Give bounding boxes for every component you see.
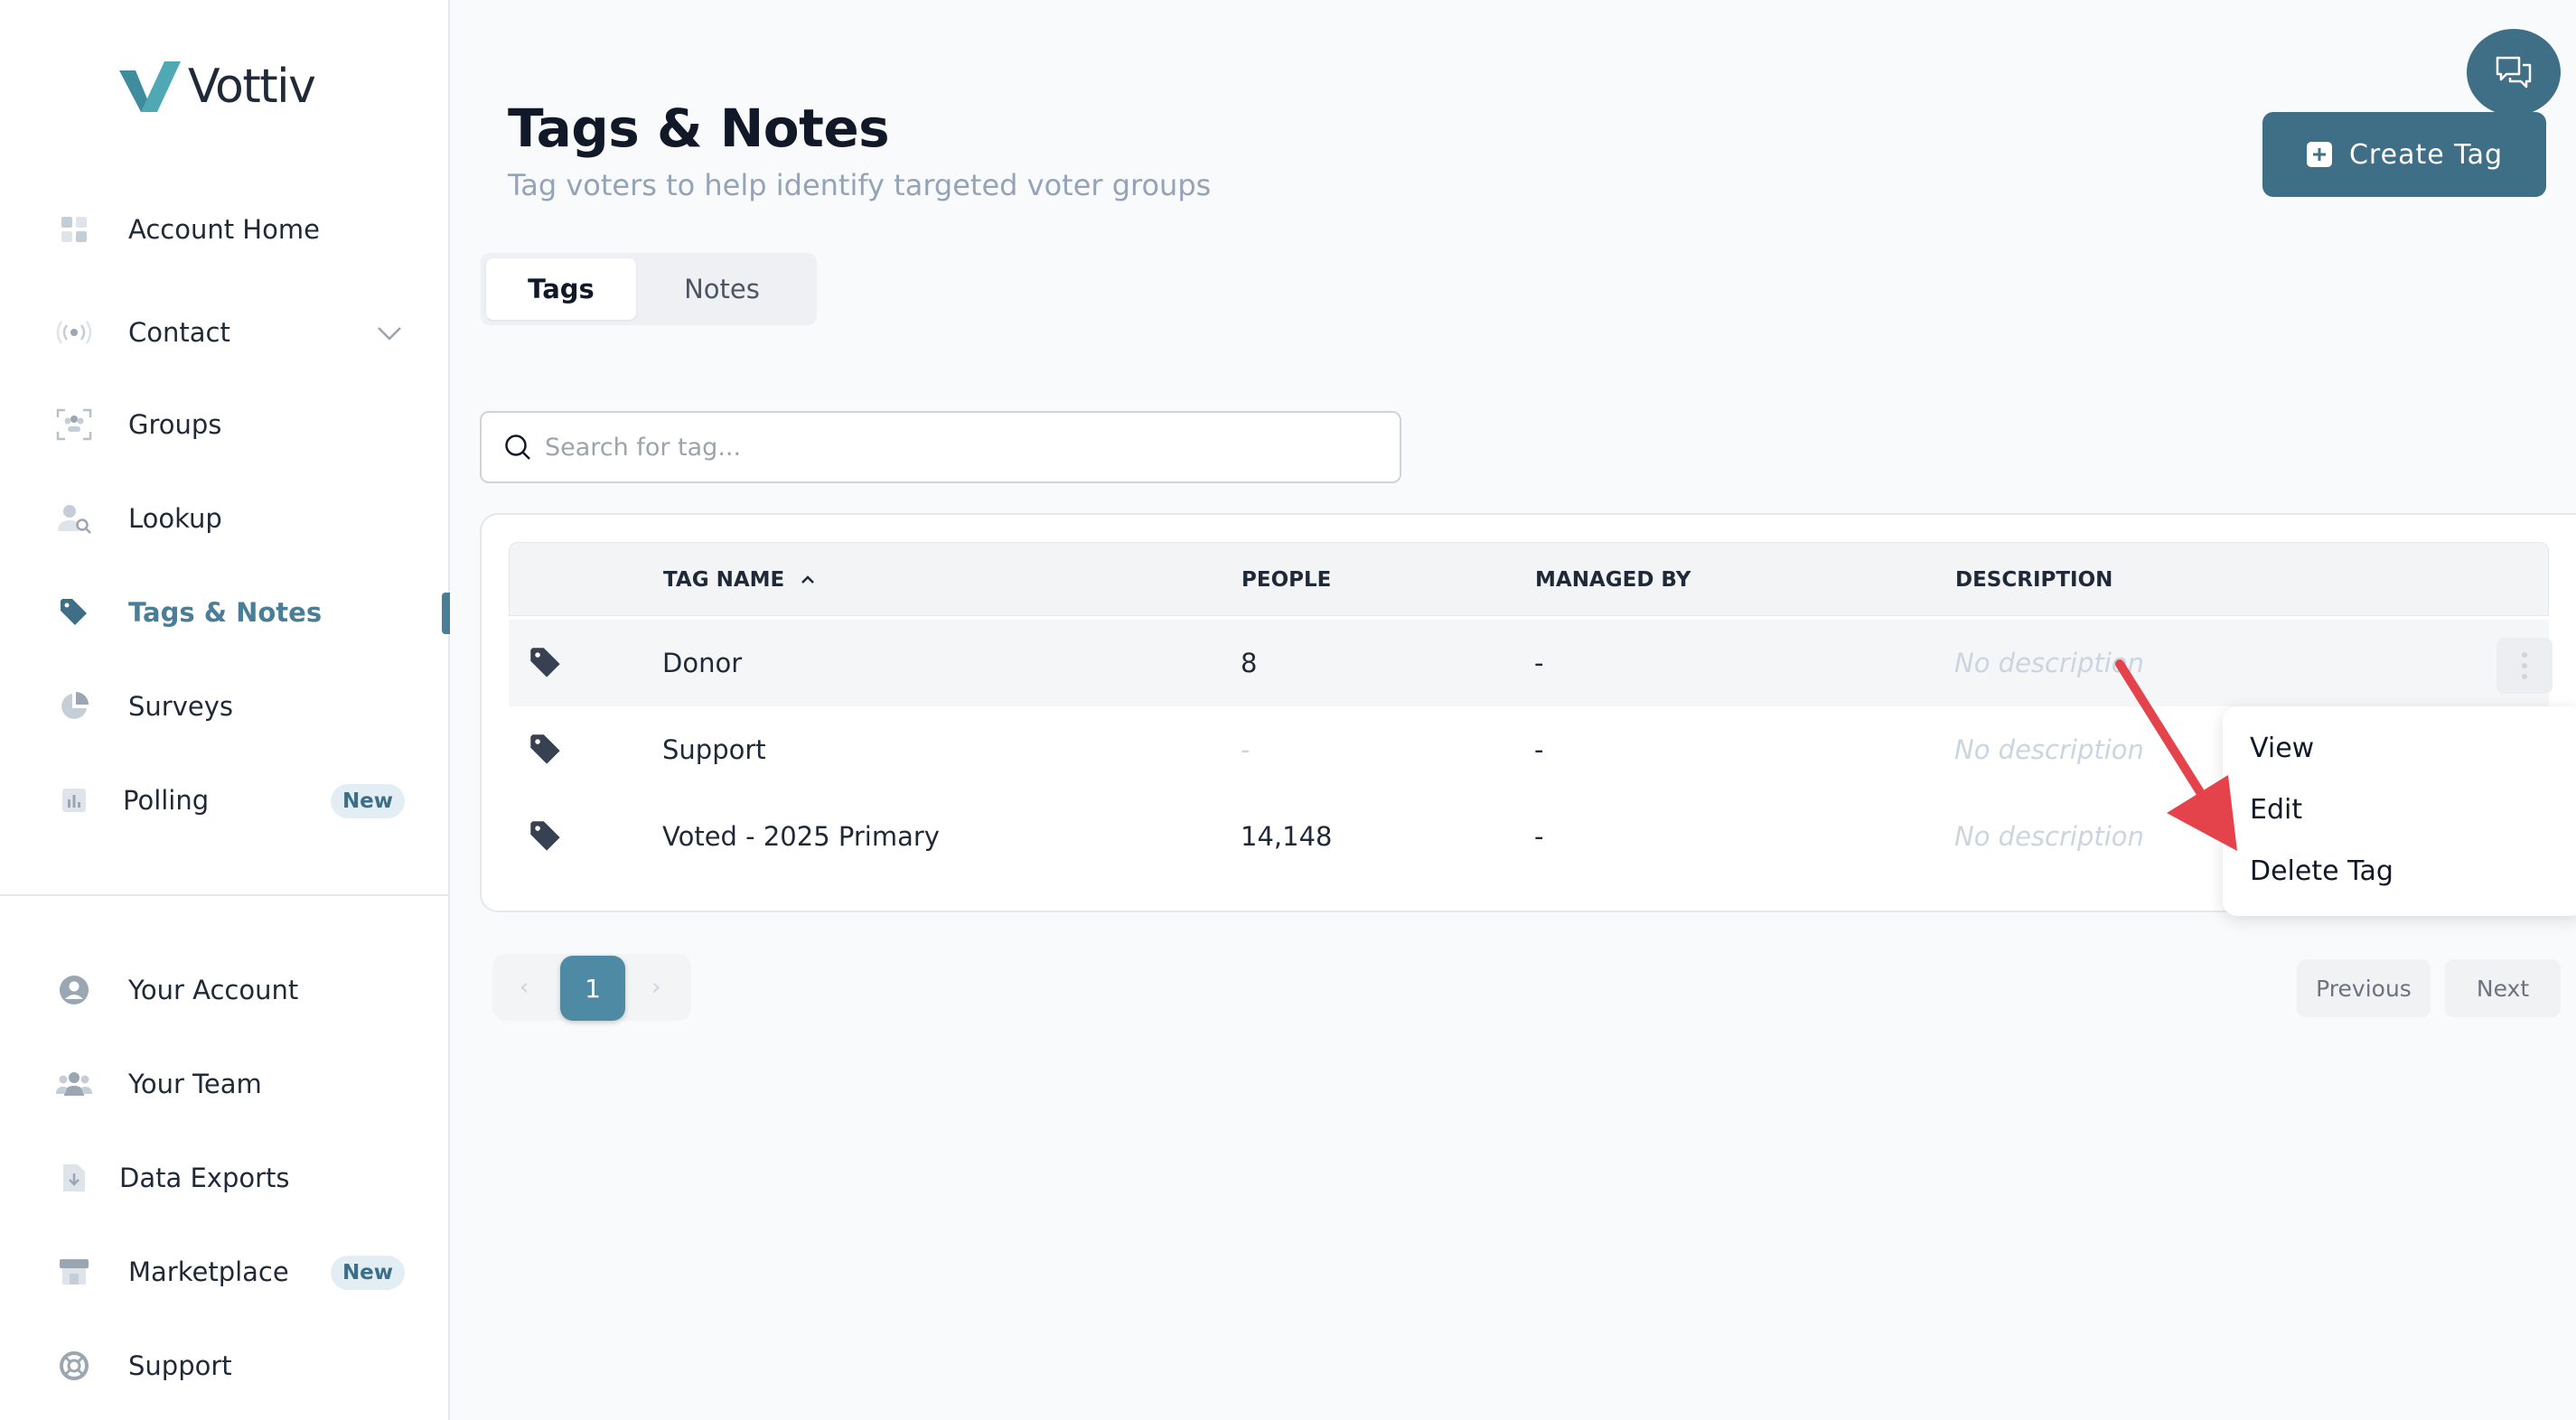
- sort-asc-icon: [801, 575, 815, 584]
- tag-name: Support: [662, 734, 766, 765]
- sidebar-item-tags-notes[interactable]: Tags & Notes: [56, 585, 322, 640]
- sidebar-item-your-account[interactable]: Your Account: [56, 963, 298, 1017]
- vottiv-logo-icon: [119, 61, 181, 112]
- tag-icon: [529, 706, 563, 793]
- create-tag-label: Create Tag: [2348, 138, 2503, 171]
- search-icon: [505, 434, 530, 460]
- tag-icon: [529, 620, 563, 706]
- chat-button[interactable]: [2467, 29, 2561, 116]
- tab-notes[interactable]: Notes: [636, 258, 808, 320]
- page-subtitle: Tag voters to help identify targeted vot…: [508, 168, 1212, 202]
- next-button[interactable]: Next: [2445, 959, 2561, 1017]
- sidebar-item-polling[interactable]: Polling: [56, 773, 209, 827]
- chat-bubbles-icon: [2496, 56, 2532, 89]
- tab-tags[interactable]: Tags: [486, 258, 636, 320]
- sidebar-item-label: Your Account: [128, 975, 299, 1005]
- sidebar-item-label: Marketplace: [128, 1257, 289, 1287]
- tab-bar: Tags Notes: [481, 253, 817, 325]
- brand-logo[interactable]: Vottiv: [117, 60, 316, 114]
- sidebar-item-label: Polling: [123, 785, 210, 816]
- new-badge: New: [331, 784, 405, 818]
- sidebar-item-your-team[interactable]: Your Team: [56, 1057, 262, 1111]
- sidebar-item-label: Support: [128, 1350, 232, 1381]
- previous-button[interactable]: Previous: [2297, 959, 2431, 1017]
- grid-icon: [56, 211, 92, 248]
- managed-by: -: [1534, 648, 1544, 678]
- kebab-menu-icon: [2522, 652, 2527, 679]
- people-count: 14,148: [1241, 821, 1333, 852]
- description: No description: [1954, 734, 2144, 765]
- sidebar-item-surveys[interactable]: Surveys: [56, 679, 233, 733]
- groups-icon: [56, 406, 92, 443]
- team-icon: [56, 1066, 92, 1102]
- sidebar-item-label: Lookup: [128, 503, 222, 534]
- column-tag-name[interactable]: TAG NAME: [663, 543, 817, 617]
- sidebar-item-label: Tags & Notes: [128, 597, 323, 628]
- sidebar-item-data-exports[interactable]: Data Exports: [56, 1151, 290, 1205]
- tag-icon: [529, 793, 563, 880]
- column-people[interactable]: PEOPLE: [1241, 543, 1331, 617]
- managed-by: -: [1534, 734, 1544, 765]
- bar-chart-icon: [56, 782, 92, 818]
- tag-icon: [56, 594, 92, 631]
- chevron-down-icon[interactable]: [374, 318, 405, 349]
- sidebar-item-label: Account Home: [128, 214, 320, 245]
- sidebar-item-label: Groups: [128, 409, 222, 440]
- sidebar-item-label: Your Team: [128, 1069, 262, 1099]
- sidebar-item-label: Surveys: [128, 691, 233, 722]
- description: No description: [1954, 821, 2144, 852]
- sidebar-item-account-home[interactable]: Account Home: [56, 202, 320, 257]
- tag-name: Voted - 2025 Primary: [662, 821, 940, 852]
- page-title: Tags & Notes: [508, 98, 890, 159]
- pie-chart-icon: [56, 688, 92, 724]
- search-input[interactable]: [545, 433, 1358, 462]
- chevron-left-icon[interactable]: ‹: [520, 954, 529, 1021]
- description: No description: [1954, 648, 2144, 678]
- row-actions-button[interactable]: [2496, 638, 2553, 694]
- broadcast-icon: [56, 314, 92, 350]
- sidebar-item-label: Contact: [128, 317, 230, 348]
- brand-name: Vottiv: [188, 60, 316, 114]
- chevron-right-icon[interactable]: ›: [651, 954, 660, 1021]
- sidebar-item-marketplace[interactable]: Marketplace: [56, 1245, 289, 1299]
- active-indicator: [442, 593, 450, 634]
- sidebar-item-groups[interactable]: Groups: [56, 397, 221, 452]
- plus-square-icon: [2306, 142, 2332, 167]
- page-number-button[interactable]: 1: [560, 956, 625, 1021]
- file-download-icon: [56, 1160, 92, 1196]
- people-count: -: [1241, 734, 1251, 765]
- table-row[interactable]: Donor 8 - No description: [509, 620, 2553, 706]
- table-header: TAG NAME PEOPLE MANAGED BY DESCRIPTION: [509, 542, 2549, 616]
- menu-item-view[interactable]: View: [2250, 721, 2314, 775]
- lifebuoy-icon: [56, 1348, 92, 1384]
- sidebar-item-support[interactable]: Support: [56, 1339, 232, 1393]
- row-actions-menu: View Edit Delete Tag: [2223, 706, 2576, 916]
- page-selector: ‹ 1 ›: [492, 954, 691, 1021]
- column-managed-by[interactable]: MANAGED BY: [1535, 543, 1691, 617]
- search-box: [480, 411, 1401, 483]
- create-tag-button[interactable]: Create Tag: [2262, 112, 2546, 197]
- tag-name: Donor: [662, 648, 743, 678]
- sidebar-item-contact[interactable]: Contact: [56, 305, 230, 360]
- sidebar-item-label: Data Exports: [119, 1163, 290, 1193]
- sidebar-item-lookup[interactable]: Lookup: [56, 491, 222, 546]
- sidebar: Vottiv Account Home Contact Groups Looku…: [0, 0, 450, 1420]
- people-count: 8: [1241, 648, 1258, 678]
- person-search-icon: [56, 500, 92, 537]
- store-icon: [56, 1254, 92, 1290]
- managed-by: -: [1534, 821, 1544, 852]
- menu-item-delete-tag[interactable]: Delete Tag: [2250, 844, 2393, 898]
- menu-item-edit[interactable]: Edit: [2250, 782, 2302, 836]
- new-badge: New: [331, 1256, 405, 1290]
- sidebar-divider: [0, 894, 450, 896]
- column-description[interactable]: DESCRIPTION: [1955, 543, 2112, 617]
- user-circle-icon: [56, 972, 92, 1008]
